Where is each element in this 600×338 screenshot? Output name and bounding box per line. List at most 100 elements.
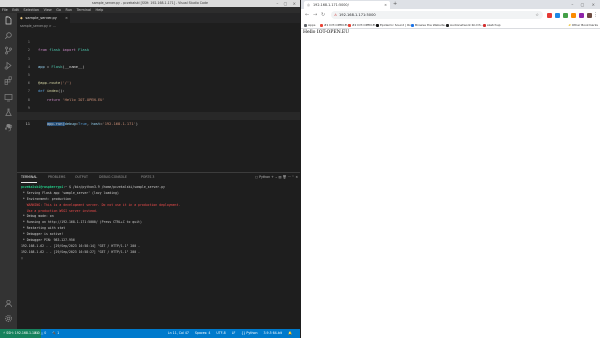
not-secure-icon[interactable]: ⚠: [334, 11, 337, 19]
browser-window: ◎ 192.168.1.171:5000/ × + – ▢ × ← → ↻ ⚠ …: [300, 0, 600, 338]
run-debug-icon[interactable]: [3, 61, 14, 72]
bookmark-apps[interactable]: Apps: [304, 21, 315, 29]
indentation[interactable]: Spaces: 4: [195, 331, 211, 335]
browser-tab[interactable]: ◎ 192.168.1.171:5000/ ×: [304, 1, 390, 9]
bookmark-star-icon[interactable]: ☆: [535, 11, 539, 19]
editor-group: ◆ sample_server.py × sample_server.py > …: [17, 13, 300, 171]
bell-icon[interactable]: 🔔: [288, 331, 292, 335]
browser-tab-title: 192.168.1.171:5000/: [313, 3, 349, 7]
extension-icon[interactable]: [587, 13, 592, 18]
desktop: sample_server.py - pczekalski [SSH: 192.…: [0, 0, 600, 338]
bookmark-label: Browse the Website...: [415, 23, 448, 27]
terminal-command: :~ $ /bin/python3.9 /home/pczekalski/sam…: [63, 185, 165, 189]
browser-tabstrip: ◎ 192.168.1.171:5000/ × + – ▢ ×: [301, 0, 600, 9]
python-interpreter[interactable]: 3.9.5 64-bit: [264, 331, 283, 335]
tab-output[interactable]: OUTPUT: [75, 173, 88, 182]
cursor-position[interactable]: Ln 11, Col 47: [168, 331, 189, 335]
bookmark-item[interactable]: sketchup: [483, 21, 501, 29]
search-icon[interactable]: [3, 31, 14, 42]
other-bookmarks[interactable]: ▰Other Bookmarks: [568, 21, 598, 29]
bookmark-label: #2 IOT-OPEN.EU: [352, 23, 377, 27]
menu-help[interactable]: Help: [96, 8, 104, 12]
code-line: 10 app.run(debug=True, host='192.168.1.1…: [17, 104, 300, 127]
new-tab-button[interactable]: +: [393, 0, 397, 9]
code-token: host: [91, 122, 101, 127]
extension-icon[interactable]: [579, 13, 584, 18]
editor-tab-sample-server[interactable]: ◆ sample_server.py ×: [17, 13, 70, 23]
vscode-window: sample_server.py - pczekalski [SSH: 192.…: [0, 0, 300, 338]
apps-icon: [304, 23, 307, 27]
source-control-icon[interactable]: [3, 46, 14, 57]
line-number: 11: [25, 122, 30, 127]
menu-run[interactable]: Run: [66, 8, 73, 12]
activity-bar: [0, 13, 17, 329]
remote-explorer-icon[interactable]: [3, 93, 14, 104]
extension-icon[interactable]: [563, 13, 568, 18]
extension-icon[interactable]: [555, 13, 560, 18]
code-token: app.run(: [46, 122, 65, 127]
bookmark-label: #1 IOT-OPEN.EU: [324, 23, 349, 27]
menu-terminal[interactable]: Terminal: [77, 8, 91, 12]
tab-debug-console[interactable]: DEBUG CONSOLE: [99, 173, 127, 182]
bookmark-favicon-icon: [320, 23, 323, 27]
menu-edit[interactable]: Edit: [12, 8, 19, 12]
terminal-toolbar[interactable]: ▢ Python + ⌄ ▥ 🗑 ··· ⌃ ×: [255, 173, 298, 182]
editor-tab-label: sample_server.py: [25, 16, 57, 20]
close-tab-icon[interactable]: ×: [384, 1, 387, 9]
terminal-prompt-user: pczekalski@raspberrypi: [21, 185, 64, 189]
code-token: True: [78, 122, 87, 127]
end-of-line[interactable]: LF: [232, 331, 236, 335]
reload-button[interactable]: ↻: [321, 9, 325, 21]
browser-menu-icon[interactable]: ⋮: [593, 9, 598, 21]
back-button[interactable]: ←: [305, 9, 309, 21]
close-tab-icon[interactable]: ×: [65, 13, 68, 23]
ports-count-badge: 3: [152, 175, 155, 179]
code-line: 3 app = Flask(__name__): [17, 46, 300, 69]
editor-tabbar: ◆ sample_server.py ×: [17, 13, 300, 23]
extension-icon[interactable]: [571, 13, 576, 18]
tab-problems[interactable]: PROBLEMS: [48, 173, 65, 182]
bookmark-item[interactable]: Audionetwork Ro Dh...: [446, 21, 483, 29]
bookmark-item[interactable]: #2 IOT-OPEN.EU: [348, 21, 377, 29]
code-editor[interactable]: 1 from flask import Flask 2 3 app = Flas…: [17, 30, 300, 127]
address-text: 192.168.1.171:5000: [339, 13, 376, 17]
python-icon[interactable]: [3, 123, 14, 134]
window-title: sample_server.py - pczekalski [SSH: 192.…: [92, 1, 208, 5]
problems-status[interactable]: ⊗ 0 △ 0: [34, 331, 46, 335]
tab-ports[interactable]: PORTS 3: [141, 173, 154, 182]
encoding[interactable]: UTF-8: [216, 331, 225, 335]
bookmark-label: Apps: [308, 23, 316, 27]
extensions-area: [547, 9, 595, 21]
bookmark-favicon-icon: [348, 23, 351, 27]
code-line: 7 return 'Hello IOT-OPEN.EU': [17, 79, 300, 101]
address-bar[interactable]: ⚠ 192.168.1.171:5000 ☆: [331, 11, 543, 19]
bookmark-item[interactable]: #1 IOT-OPEN.EU: [320, 21, 349, 29]
menu-view[interactable]: View: [44, 8, 52, 12]
testing-icon[interactable]: [3, 108, 14, 119]
bookmark-item[interactable]: Browse the Website...: [411, 21, 448, 29]
tab-ports-label: PORTS: [141, 175, 152, 179]
extension-icon[interactable]: [547, 13, 552, 18]
files-icon[interactable]: [3, 16, 14, 27]
window-controls[interactable]: – ▢ ×: [571, 0, 598, 9]
code-line: 9 if __name__ == '__main__':: [17, 96, 300, 118]
terminal[interactable]: pczekalski@raspberrypi:~ $ /bin/python3.…: [21, 185, 298, 262]
window-controls[interactable]: – ▢ ×: [276, 0, 298, 7]
page-content: Hello IOT-OPEN.EU: [301, 29, 600, 338]
bookmark-label: Epidemic Sound | Ro...: [380, 23, 414, 27]
breadcrumb[interactable]: sample_server.py > ...: [17, 23, 300, 29]
menu-go[interactable]: Go: [56, 8, 61, 12]
menu-selection[interactable]: Selection: [23, 8, 39, 12]
accounts-icon[interactable]: [3, 299, 14, 310]
forward-button[interactable]: →: [313, 9, 317, 21]
tab-terminal[interactable]: TERMINAL: [21, 173, 38, 183]
code-line: 4: [17, 55, 300, 69]
language-mode[interactable]: {} Python: [241, 331, 257, 335]
menu-file[interactable]: File: [2, 8, 8, 12]
bookmark-item[interactable]: Epidemic Sound | Ro...: [376, 21, 414, 29]
settings-icon[interactable]: [3, 314, 14, 325]
ports-status[interactable]: 🔌 1: [52, 331, 59, 335]
bookmark-label: Audionetwork Ro Dh...: [450, 23, 484, 27]
extensions-icon[interactable]: [3, 76, 14, 87]
